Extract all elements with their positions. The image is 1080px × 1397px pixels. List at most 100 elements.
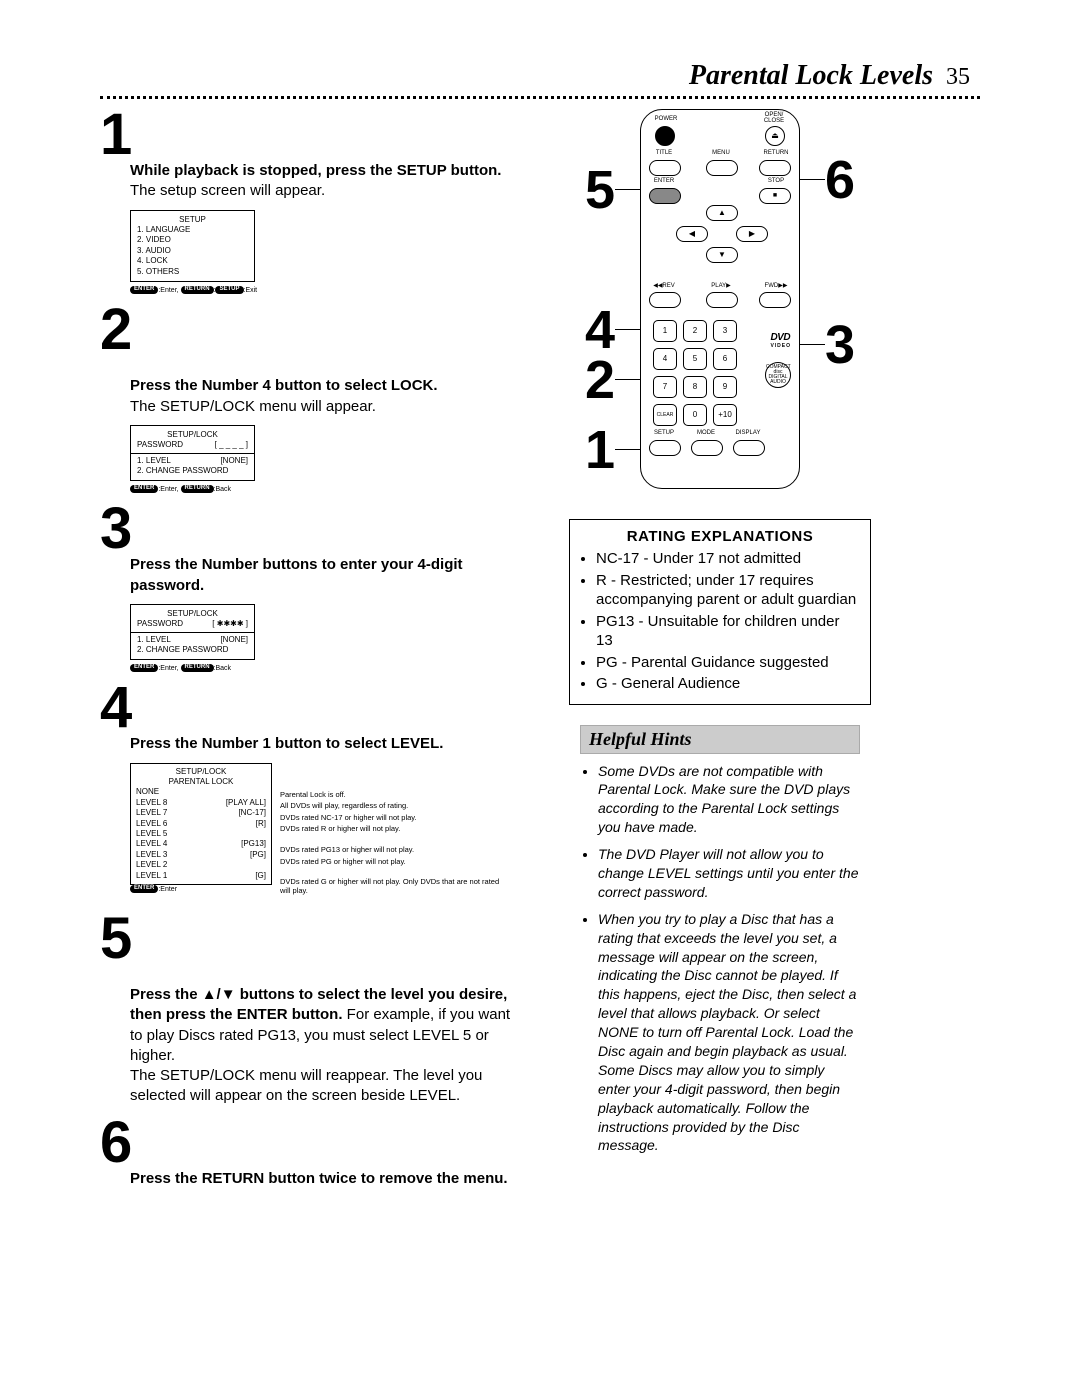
num-6-button: 6 [713,348,737,370]
step-1-caption: ENTER:Enter, RETURN:SETUP:Exit [130,286,530,294]
num-4-button: 4 [653,348,677,370]
note-3: DVDs rated PG or higher will not play. [280,858,500,867]
hint-2: The DVD Player will not allow you to cha… [598,845,860,902]
display-label: DISPLAY [731,430,765,436]
step-3-caption: ENTER:Enter, RETURN:Back [130,664,530,672]
num-0-button: 0 [683,404,707,426]
step-3: 3 Press the Number buttons to enter your… [100,503,530,672]
step-2-caption: ENTER:Enter, RETURN:Back [130,485,530,493]
step-1-bold: While playback is stopped, press the SET… [130,162,501,179]
setup-menu-osd: SETUP 1. LANGUAGE 2. VIDEO 3. AUDIO 4. L… [130,210,255,282]
setup-menu-item-5: 5. OTHERS [137,267,248,277]
lock-row-changepw: 2. CHANGE PASSWORD [137,466,248,476]
note-6: DVDs rated R or higher will not play. [280,825,500,834]
lock-menu-title-1: SETUP/LOCK [137,430,248,440]
lock-menu-title-2: SETUP/LOCK [137,609,248,619]
power-label: POWER [649,116,683,122]
level-3: LEVEL 3[PG] [136,850,266,860]
level-6: LEVEL 6[R] [136,819,266,829]
step-2-number: 2 [100,304,530,356]
content-columns: 1 While playback is stopped, press the S… [100,109,980,1199]
step-5-text: Press the ▲/▼ buttons to select the leve… [130,965,530,1107]
play-button [706,292,738,308]
display-button [733,440,765,456]
level-7: LEVEL 7[NC-17] [136,808,266,818]
step-1-number: 1 [100,109,530,161]
note-7: DVDs rated NC-17 or higher will not play… [280,814,500,823]
power-button [655,126,675,146]
callout-5: 5 [585,159,615,221]
level-4: LEVEL 4[PG13] [136,839,266,849]
title-label: TITLE [647,150,681,156]
sidebar-column: 5 6 4 3 2 1 POWER OPEN/ CLOSE [560,109,880,1199]
password-row: PASSWORD[ _ _ _ _ ] [137,440,248,450]
rating-g: G - General Audience [596,674,860,694]
rating-pg13: PG13 - Unsuitable for children under 13 [596,612,860,651]
step-5: 5 Press the ▲/▼ buttons to select the le… [100,913,530,1107]
play-label: PLAY▶ [704,282,738,289]
instructions-column: 1 While playback is stopped, press the S… [100,109,530,1199]
menu-label: MENU [704,150,738,156]
rating-title: RATING EXPLANATIONS [580,528,860,545]
step-6: 6 Press the RETURN button twice to remov… [100,1117,530,1189]
rating-r: R - Restricted; under 17 requires accomp… [596,571,860,610]
step-6-text: Press the RETURN button twice to remove … [130,1169,530,1189]
step-2-rest: The SETUP/LOCK menu will appear. [130,398,376,415]
step-6-bold: Press the RETURN button twice to remove … [130,1170,508,1187]
dpad [673,185,769,281]
step-4-caption: ENTER:Enter [130,885,272,893]
setup-button [649,440,681,456]
step-4-number: 4 [100,682,530,734]
clear-button: CLEAR [653,404,677,426]
note-none: Parental Lock is off. [280,791,500,800]
manual-page: Parental Lock Levels 35 1 While playback… [0,0,1080,1397]
step-5-number: 5 [100,913,530,965]
setup-menu-item-1: 1. LANGUAGE [137,225,248,235]
lock-menu-osd-1: SETUP/LOCK PASSWORD[ _ _ _ _ ] 1. LEVEL[… [130,425,255,482]
return-button [759,160,791,176]
level-none: NONE [136,787,266,797]
rating-nc17: NC-17 - Under 17 not admitted [596,549,860,569]
step-3-text: Press the Number buttons to enter your 4… [130,555,530,596]
num-1-button: 1 [653,320,677,342]
rating-pg: PG - Parental Guidance suggested [596,653,860,673]
page-header: Parental Lock Levels 35 [100,60,980,92]
title-button [649,160,681,176]
level-2: LEVEL 2 [136,860,266,870]
open-close-button [765,126,785,146]
down-button [706,247,738,263]
fwd-label: FWD▶▶ [759,282,793,289]
left-button [676,226,708,242]
step-4: 4 Press the Number 1 button to select LE… [100,682,530,903]
hint-1: Some DVDs are not compatible with Parent… [598,762,860,838]
num-8-button: 8 [683,376,707,398]
menu-button [706,160,738,176]
note-4: DVDs rated PG13 or higher will not play. [280,846,500,855]
hints-title: Helpful Hints [580,725,860,754]
step-1-rest: The setup screen will appear. [130,182,325,199]
hints-list: Some DVDs are not compatible with Parent… [580,762,860,1156]
rating-explanations-box: RATING EXPLANATIONS NC-17 - Under 17 not… [569,519,871,705]
remote-body: POWER OPEN/ CLOSE TITLE MENU RETURN ENTE… [640,109,800,489]
fwd-button [759,292,791,308]
dvd-logo-icon: DVD VIDEO [770,332,791,349]
callout-2: 2 [585,349,615,411]
step-2: 2 Press the Number 4 button to select LO… [100,304,530,493]
enter-label: ENTER [647,178,681,184]
step-4-text: Press the Number 1 button to select LEVE… [130,734,530,754]
step-4-bold: Press the Number 1 button to select LEVE… [130,735,443,752]
open-close-label: OPEN/ CLOSE [757,112,791,124]
plus10-button: +10 [713,404,737,426]
lock-menu-osd-2: SETUP/LOCK PASSWORD[ ✱✱✱✱ ] 1. LEVEL[NON… [130,604,255,661]
callout-3: 3 [825,314,855,376]
setup-label: SETUP [647,430,681,436]
parental-lock-osd: SETUP/LOCK PARENTAL LOCK NONE LEVEL 8[PL… [130,763,272,885]
setup-menu-title: SETUP [137,215,248,225]
step-3-number: 3 [100,503,530,555]
stop-label: STOP [759,178,793,184]
rev-label: ◀◀REV [647,282,681,289]
note-8: All DVDs will play, regardless of rating… [280,802,500,811]
step-2-bold: Press the Number 4 button to select LOCK… [130,377,438,394]
return-label: RETURN [759,150,793,156]
mode-label: MODE [689,430,723,436]
